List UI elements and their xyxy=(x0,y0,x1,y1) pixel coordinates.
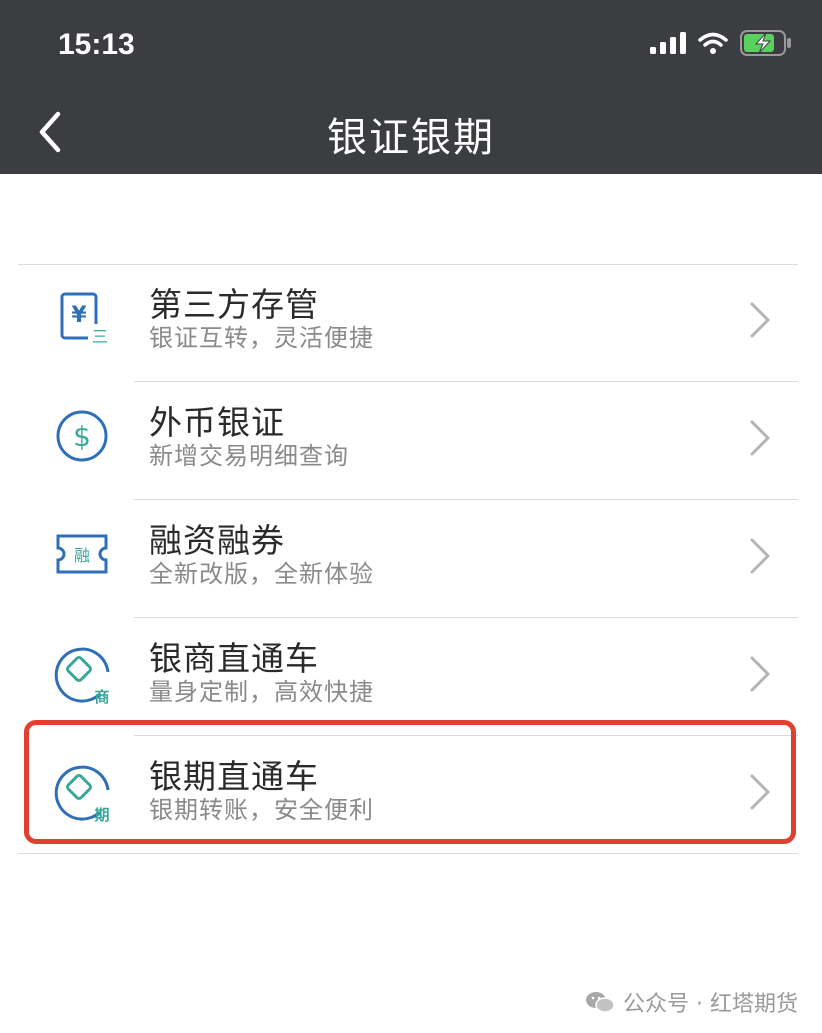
menu-item-subtitle: 新增交易明细查询 xyxy=(149,442,349,470)
status-time: 15:13 xyxy=(58,28,135,61)
dollar-circle-icon: $ xyxy=(52,406,112,466)
chevron-right-icon xyxy=(750,302,770,338)
svg-text:¥: ¥ xyxy=(71,303,87,328)
menu-item-third-party-custody[interactable]: ¥ 三 第三方存管 银证互转，灵活便捷 xyxy=(18,264,798,382)
menu-item-bank-commerce-express[interactable]: 商 银商直通车 量身定制，高效快捷 xyxy=(18,606,798,736)
chevron-right-icon xyxy=(750,420,770,456)
page-title: 银证银期 xyxy=(327,115,495,161)
status-icons xyxy=(650,30,792,56)
wechat-icon xyxy=(586,992,615,1013)
diamond-circle-icon: 商 xyxy=(52,642,112,706)
chevron-right-icon xyxy=(750,774,770,810)
svg-text:$: $ xyxy=(73,420,91,453)
menu-item-bank-futures-express[interactable]: 期 银期直通车 银期转账，安全便利 xyxy=(18,724,798,854)
menu-item-subtitle: 银期转账，安全便利 xyxy=(149,796,374,824)
menu-item-subtitle: 全新改版，全新体验 xyxy=(149,560,374,588)
yen-card-icon: ¥ 三 xyxy=(52,288,112,348)
chevron-right-icon xyxy=(750,538,770,574)
diamond-circle-icon: 期 xyxy=(52,760,112,824)
nav-header: 15:13 银证银期 xyxy=(0,0,822,174)
svg-text:融: 融 xyxy=(74,546,90,565)
wifi-icon xyxy=(698,32,728,54)
ticket-icon: 融 xyxy=(52,524,112,584)
chevron-right-icon xyxy=(750,656,770,692)
watermark: 公众号 · 红塔期货 xyxy=(585,986,798,1018)
svg-text:三: 三 xyxy=(92,327,108,346)
svg-text:期: 期 xyxy=(94,806,109,824)
signal-icon xyxy=(650,32,686,54)
menu-item-margin-trading[interactable]: 融 融资融券 全新改版，全新体验 xyxy=(18,488,798,618)
menu-item-subtitle: 量身定制，高效快捷 xyxy=(149,678,374,706)
battery-icon xyxy=(740,30,791,56)
watermark-text: 公众号 · 红塔期货 xyxy=(623,992,798,1017)
menu-item-foreign-currency[interactable]: $ 外币银证 新增交易明细查询 xyxy=(18,370,798,500)
svg-text:商: 商 xyxy=(94,688,109,706)
divider xyxy=(18,853,798,854)
menu-item-subtitle: 银证互转，灵活便捷 xyxy=(149,324,374,352)
